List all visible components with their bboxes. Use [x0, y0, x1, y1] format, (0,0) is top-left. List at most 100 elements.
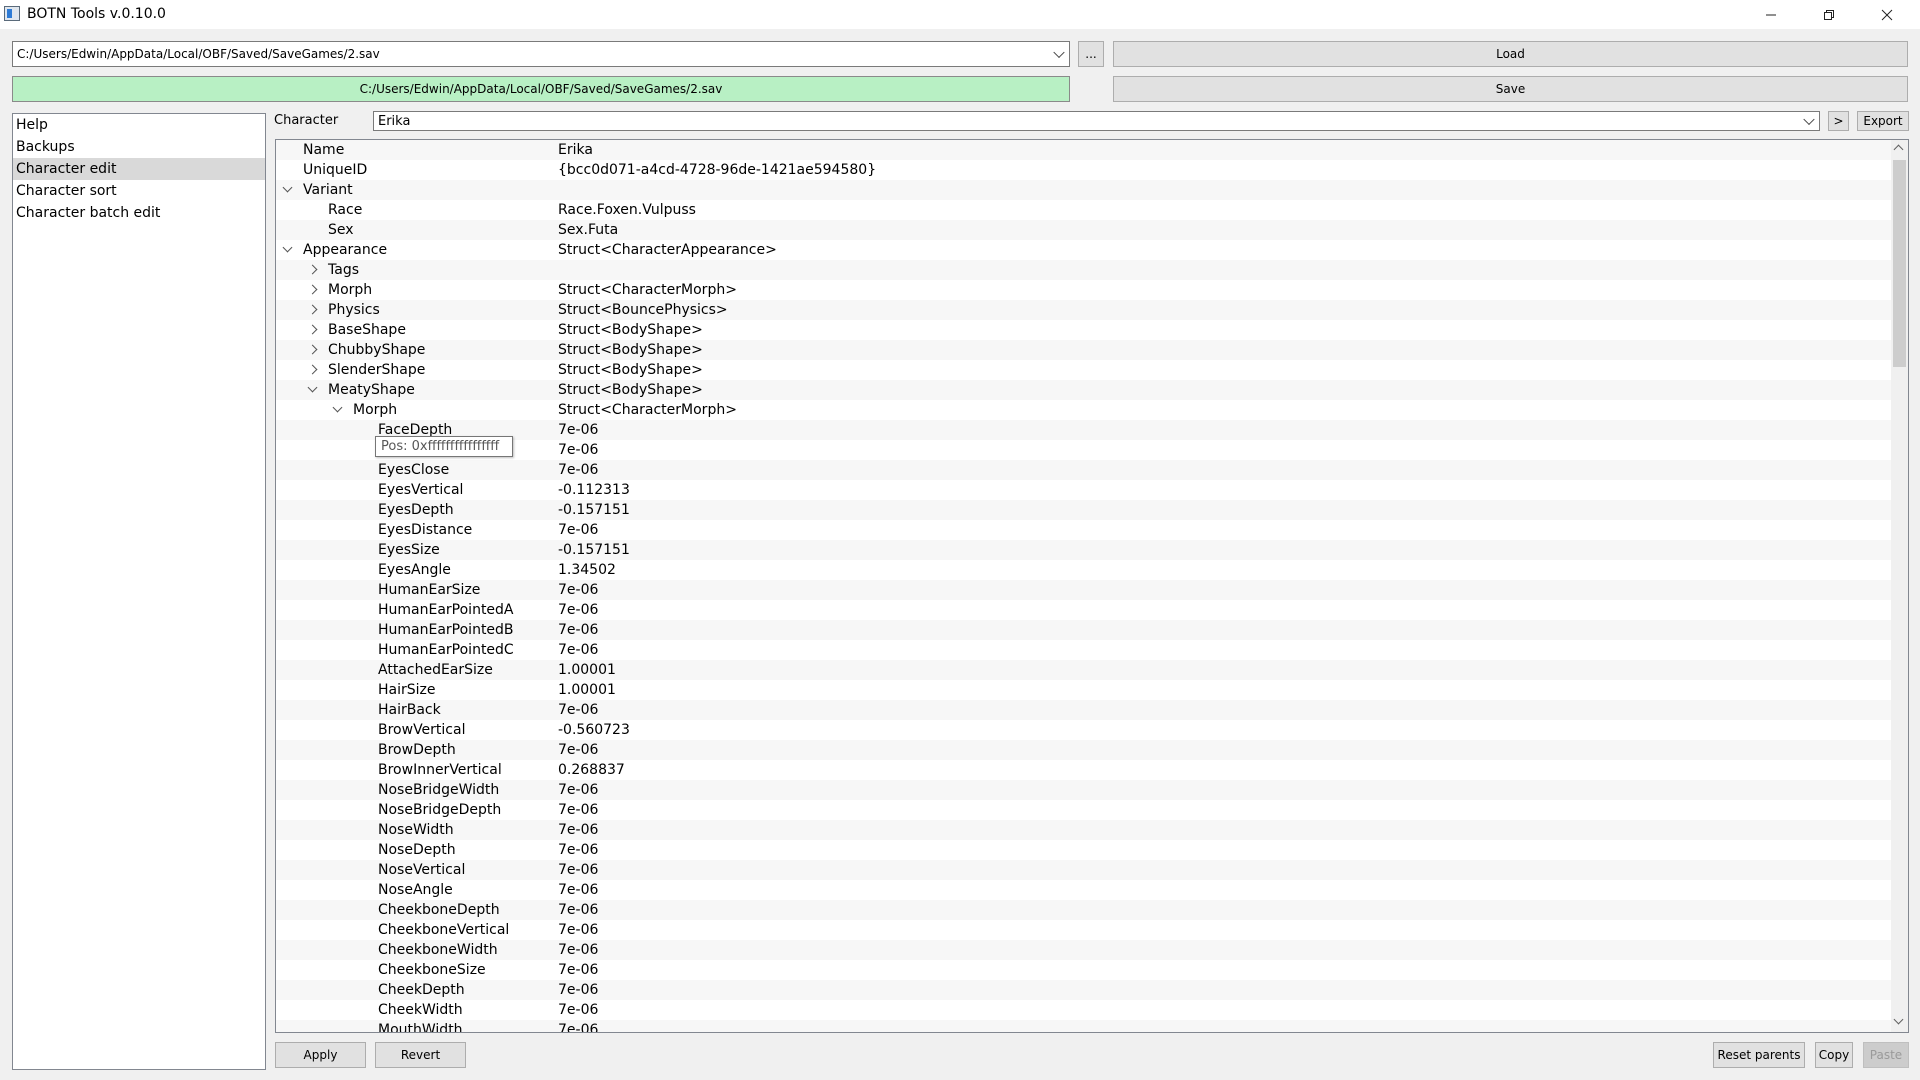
scroll-down-icon[interactable]: [1893, 1014, 1904, 1025]
tree-value: Struct<BodyShape>: [558, 322, 703, 338]
paste-button[interactable]: Paste: [1863, 1042, 1909, 1068]
tree-key: HumanEarSize: [378, 582, 481, 598]
tree-row-hairback[interactable]: HairBack 7e-06: [276, 700, 1891, 720]
tree-row-slendershape[interactable]: SlenderShape Struct<BodyShape>: [276, 360, 1891, 380]
tree-value: 7e-06: [558, 642, 599, 658]
tree-row-browdepth[interactable]: BrowDepth 7e-06: [276, 740, 1891, 760]
tree-row-hairsize[interactable]: HairSize 1.00001: [276, 680, 1891, 700]
tree-row-sex[interactable]: Sex Sex.Futa: [276, 220, 1891, 240]
tree-row-browvertical[interactable]: BrowVertical -0.560723: [276, 720, 1891, 740]
chevron-right-icon[interactable]: [307, 364, 318, 375]
tree-key: MeatyShape: [328, 382, 415, 398]
tree-row-cheekbonedepth[interactable]: CheekboneDepth 7e-06: [276, 900, 1891, 920]
sidebar-item-help[interactable]: Help: [13, 114, 265, 136]
tree-value: Erika: [558, 142, 593, 158]
chevron-right-icon[interactable]: [307, 304, 318, 315]
tree-value: 7e-06: [558, 462, 599, 478]
tree-row-chubbyshape[interactable]: ChubbyShape Struct<BodyShape>: [276, 340, 1891, 360]
tree-row-eyesvertical[interactable]: EyesVertical -0.112313: [276, 480, 1891, 500]
tree-row-attachedearsize[interactable]: AttachedEarSize 1.00001: [276, 660, 1891, 680]
next-character-button[interactable]: >: [1828, 111, 1849, 131]
tree-row-nosedepth[interactable]: NoseDepth 7e-06: [276, 840, 1891, 860]
save-button[interactable]: Save: [1113, 76, 1908, 102]
close-icon[interactable]: [1858, 0, 1916, 29]
chevron-down-icon[interactable]: [332, 402, 343, 413]
tree-row-morph[interactable]: Morph Struct<CharacterMorph>: [276, 280, 1891, 300]
export-button[interactable]: Export: [1857, 111, 1909, 131]
tree-row-uniqueid[interactable]: UniqueID {bcc0d071-a4cd-4728-96de-1421ae5…: [276, 160, 1891, 180]
chevron-right-icon[interactable]: [307, 264, 318, 275]
copy-button[interactable]: Copy: [1815, 1042, 1853, 1068]
chevron-down-icon[interactable]: [282, 182, 293, 193]
tree-row-browinnervertical[interactable]: BrowInnerVertical 0.268837: [276, 760, 1891, 780]
tree-row-cheekbonesize[interactable]: CheekboneSize 7e-06: [276, 960, 1891, 980]
title-bar: BOTN Tools v.0.10.0: [0, 0, 1920, 29]
tree-key: NoseDepth: [378, 842, 456, 858]
tree-row-nosewidth[interactable]: NoseWidth 7e-06: [276, 820, 1891, 840]
tree-value: 1.00001: [558, 662, 616, 678]
sidebar-item-character-sort[interactable]: Character sort: [13, 180, 265, 202]
tree-row-meatyshape[interactable]: MeatyShape Struct<BodyShape>: [276, 380, 1891, 400]
sidebar-item-backups[interactable]: Backups: [13, 136, 265, 158]
browse-button[interactable]: ...: [1078, 41, 1104, 67]
tree-row-eyesclose[interactable]: EyesClose 7e-06: [276, 460, 1891, 480]
tree-value: Race.Foxen.Vulpuss: [558, 202, 696, 218]
tree-row-variant[interactable]: Variant: [276, 180, 1891, 200]
restore-icon[interactable]: [1800, 0, 1858, 29]
tree-value: Struct<CharacterMorph>: [558, 402, 737, 418]
tree-row-humanearsize[interactable]: HumanEarSize 7e-06: [276, 580, 1891, 600]
property-tree[interactable]: Name Erika UniqueID {bcc0d071-a4cd-4728-96…: [275, 139, 1909, 1033]
tree-row-cheekbonevertical[interactable]: CheekboneVertical 7e-06: [276, 920, 1891, 940]
sidebar-item-character-edit[interactable]: Character edit: [13, 158, 265, 180]
scrollbar-thumb[interactable]: [1893, 160, 1906, 367]
tree-row-appearance[interactable]: Appearance Struct<CharacterAppearance>: [276, 240, 1891, 260]
tree-row-hidden-key[interactable]: 7e-06: [276, 440, 1891, 460]
revert-button[interactable]: Revert: [375, 1042, 466, 1068]
tree-row-humanearpointeda[interactable]: HumanEarPointedA 7e-06: [276, 600, 1891, 620]
tree-row-tags[interactable]: Tags: [276, 260, 1891, 280]
tree-vertical-scrollbar[interactable]: [1891, 140, 1908, 1032]
tree-row-cheekbonewidth[interactable]: CheekboneWidth 7e-06: [276, 940, 1891, 960]
load-button[interactable]: Load: [1113, 41, 1908, 67]
tree-row-noseangle[interactable]: NoseAngle 7e-06: [276, 880, 1891, 900]
tree-row-eyesdistance[interactable]: EyesDistance 7e-06: [276, 520, 1891, 540]
chevron-down-icon[interactable]: [282, 242, 293, 253]
tree-row-nosebridgewidth[interactable]: NoseBridgeWidth 7e-06: [276, 780, 1891, 800]
scroll-up-icon[interactable]: [1893, 144, 1904, 155]
tree-row-physics[interactable]: Physics Struct<BouncePhysics>: [276, 300, 1891, 320]
tree-row-baseshape[interactable]: BaseShape Struct<BodyShape>: [276, 320, 1891, 340]
tree-row-nosevertical[interactable]: NoseVertical 7e-06: [276, 860, 1891, 880]
tree-row-name[interactable]: Name Erika: [276, 140, 1891, 160]
tree-row-humanearpointedc[interactable]: HumanEarPointedC 7e-06: [276, 640, 1891, 660]
chevron-right-icon[interactable]: [307, 324, 318, 335]
tree-row-facedepth[interactable]: FaceDepth 7e-06: [276, 420, 1891, 440]
position-tooltip: Pos: 0xffffffffffffffff: [375, 436, 513, 457]
character-select[interactable]: Erika: [373, 111, 1820, 131]
tree-row-cheekwidth[interactable]: CheekWidth 7e-06: [276, 1000, 1891, 1020]
reset-parents-button[interactable]: Reset parents: [1713, 1042, 1805, 1068]
sidebar-item-character-batch-edit[interactable]: Character batch edit: [13, 202, 265, 224]
chevron-right-icon[interactable]: [307, 284, 318, 295]
tree-row-nosebridgedepth[interactable]: NoseBridgeDepth 7e-06: [276, 800, 1891, 820]
tree-value: 7e-06: [558, 862, 599, 878]
tree-row-eyessize[interactable]: EyesSize -0.157151: [276, 540, 1891, 560]
tree-key: CheekboneSize: [378, 962, 486, 978]
apply-button[interactable]: Apply: [275, 1042, 366, 1068]
save-path-combo[interactable]: C:/Users/Edwin/AppData/Local/OBF/Saved/S…: [12, 41, 1070, 67]
tree-row-eyesangle[interactable]: EyesAngle 1.34502: [276, 560, 1891, 580]
tree-row-eyesdepth[interactable]: EyesDepth -0.157151: [276, 500, 1891, 520]
tree-row-mouthwidth[interactable]: MouthWidth 7e-06: [276, 1020, 1891, 1033]
minimize-icon[interactable]: [1742, 0, 1800, 29]
tree-value: Struct<CharacterMorph>: [558, 282, 737, 298]
tree-key: MouthWidth: [378, 1022, 463, 1033]
tree-row-meaty-morph[interactable]: Morph Struct<CharacterMorph>: [276, 400, 1891, 420]
tree-row-race[interactable]: Race Race.Foxen.Vulpuss: [276, 200, 1891, 220]
tree-row-cheekdepth[interactable]: CheekDepth 7e-06: [276, 980, 1891, 1000]
tree-key: CheekWidth: [378, 1002, 463, 1018]
chevron-right-icon[interactable]: [307, 344, 318, 355]
tree-key: Morph: [353, 402, 398, 418]
tree-row-humanearpointedb[interactable]: HumanEarPointedB 7e-06: [276, 620, 1891, 640]
tree-value: -0.157151: [558, 542, 630, 558]
tree-value: 7e-06: [558, 822, 599, 838]
chevron-down-icon[interactable]: [307, 382, 318, 393]
